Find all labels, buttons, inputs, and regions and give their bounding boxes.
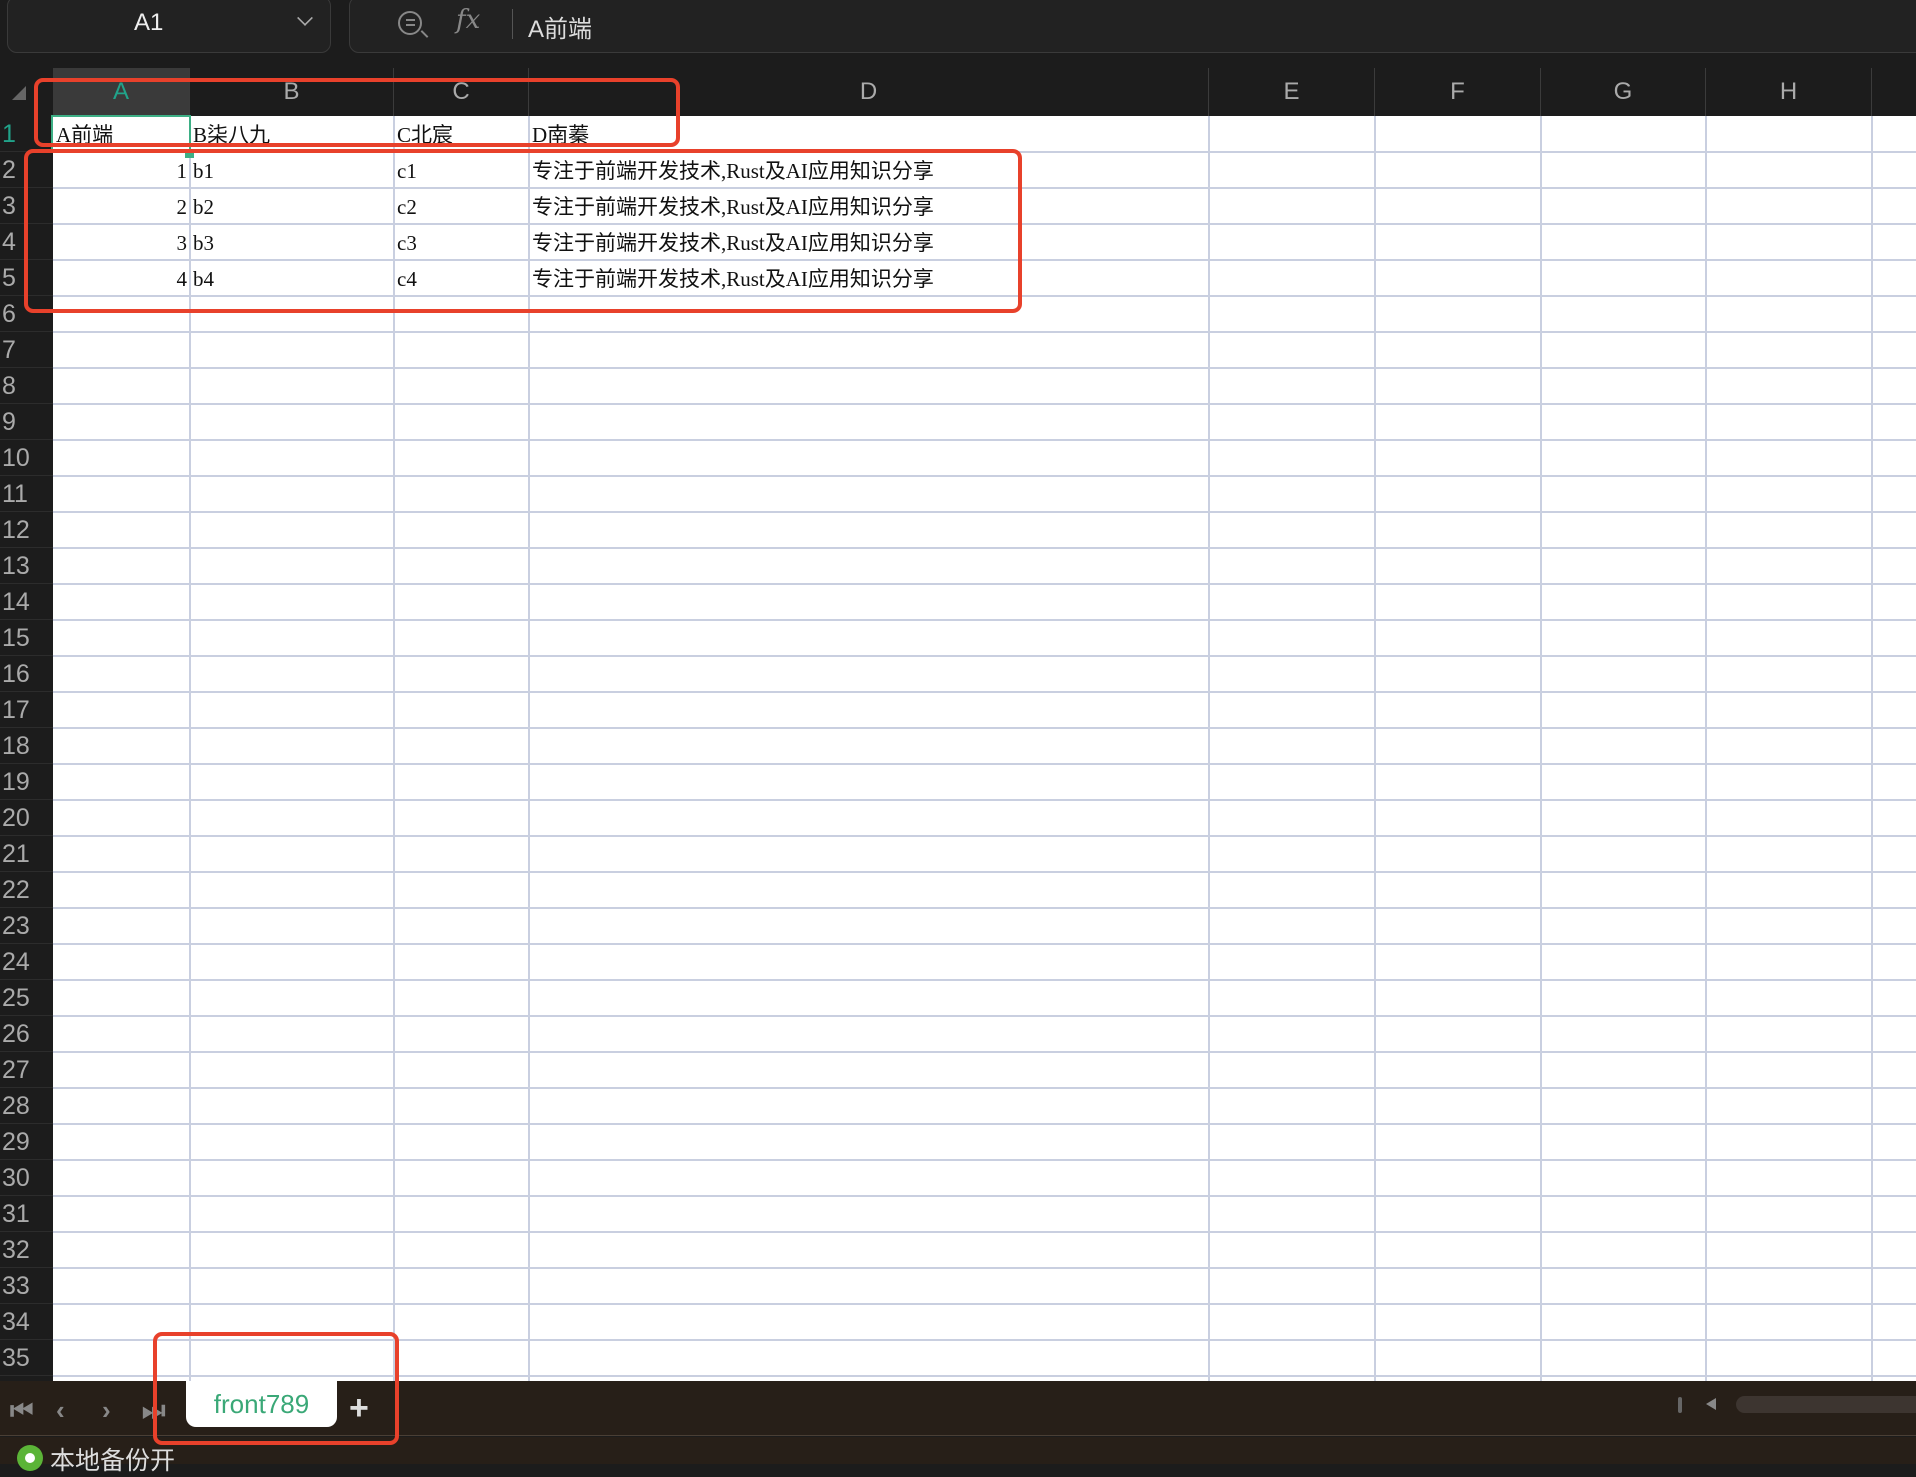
row-gridline [53,439,1916,441]
row-gridline [53,691,1916,693]
annotation-box-tab [153,1332,399,1445]
row-header-14[interactable]: 14 [0,584,53,620]
prev-sheet-icon[interactable]: ‹ [56,1395,65,1426]
row-gridline [53,1159,1916,1161]
next-sheet-icon[interactable]: › [102,1395,111,1426]
backup-status-icon [17,1445,43,1471]
row-header-17[interactable]: 17 [0,692,53,728]
row-gridline [53,799,1916,801]
row-gridline [53,871,1916,873]
row-header-29[interactable]: 29 [0,1124,53,1160]
row-gridline [53,511,1916,513]
row-header-33[interactable]: 33 [0,1268,53,1304]
column-gridline [1208,116,1210,1381]
row-gridline [53,727,1916,729]
row-gridline [53,655,1916,657]
divider [512,9,513,39]
select-all-corner[interactable] [12,86,26,100]
row-header-8[interactable]: 8 [0,368,53,404]
row-header-15[interactable]: 15 [0,620,53,656]
row-gridline [53,1123,1916,1125]
row-gridline [53,619,1916,621]
row-header-26[interactable]: 26 [0,1016,53,1052]
row-header-24[interactable]: 24 [0,944,53,980]
row-header-12[interactable]: 12 [0,512,53,548]
row-header-18[interactable]: 18 [0,728,53,764]
horizontal-scrollbar[interactable] [1736,1396,1916,1413]
column-gridline [1871,116,1873,1381]
row-header-13[interactable]: 13 [0,548,53,584]
chevron-down-icon[interactable] [297,10,313,26]
toolbar: A1 fx A前端 [0,0,1916,68]
row-header-30[interactable]: 30 [0,1160,53,1196]
row-gridline [53,1195,1916,1197]
row-gridline [53,1015,1916,1017]
scroll-left-icon[interactable] [1706,1398,1716,1410]
row-gridline [53,1051,1916,1053]
name-box[interactable]: A1 [7,0,331,53]
row-gridline [53,367,1916,369]
row-header-32[interactable]: 32 [0,1232,53,1268]
zoom-icon[interactable] [398,11,422,35]
row-gridline [53,403,1916,405]
first-sheet-icon[interactable]: ⏮ [10,1395,33,1427]
row-header-19[interactable]: 19 [0,764,53,800]
row-gridline [53,943,1916,945]
formula-bar: fx A前端 [349,0,1916,53]
row-header-27[interactable]: 27 [0,1052,53,1088]
row-header-20[interactable]: 20 [0,800,53,836]
row-gridline [53,547,1916,549]
row-header-22[interactable]: 22 [0,872,53,908]
row-gridline [53,979,1916,981]
column-header-E[interactable]: E [1209,68,1375,116]
row-gridline [53,907,1916,909]
row-gridline [53,1303,1916,1305]
column-gridline [1705,116,1707,1381]
row-gridline [53,475,1916,477]
row-header-35[interactable]: 35 [0,1340,53,1376]
row-header-16[interactable]: 16 [0,656,53,692]
annotation-box-data [24,149,1022,313]
formula-input[interactable]: A前端 [528,9,592,44]
column-header-F[interactable]: F [1375,68,1541,116]
row-header-23[interactable]: 23 [0,908,53,944]
row-gridline [53,1231,1916,1233]
fx-icon[interactable]: fx [456,5,480,35]
row-header-25[interactable]: 25 [0,980,53,1016]
row-header-31[interactable]: 31 [0,1196,53,1232]
row-header-28[interactable]: 28 [0,1088,53,1124]
row-header-11[interactable]: 11 [0,476,53,512]
row-gridline [53,1267,1916,1269]
row-gridline [53,763,1916,765]
column-gridline [1540,116,1542,1381]
row-header-34[interactable]: 34 [0,1304,53,1340]
row-header-10[interactable]: 10 [0,440,53,476]
column-header-H[interactable]: H [1706,68,1872,116]
backup-status-text: 本地备份开 [50,1441,175,1477]
column-gridline [1374,116,1376,1381]
row-gridline [53,1087,1916,1089]
annotation-box-header [34,78,680,147]
row-header-7[interactable]: 7 [0,332,53,368]
column-header-G[interactable]: G [1541,68,1706,116]
scroll-split-handle[interactable] [1678,1397,1682,1413]
name-box-value: A1 [134,9,163,37]
row-gridline [53,331,1916,333]
row-header-9[interactable]: 9 [0,404,53,440]
row-gridline [53,583,1916,585]
row-gridline [53,835,1916,837]
row-header-21[interactable]: 21 [0,836,53,872]
